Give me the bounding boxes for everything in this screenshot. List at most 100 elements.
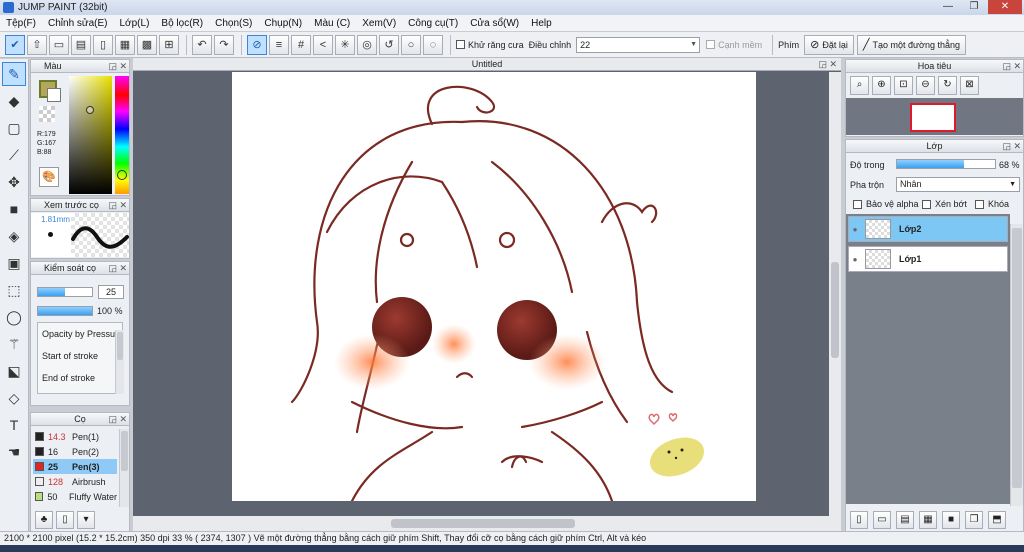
brush-settings-icon[interactable]: ♣ <box>35 511 53 529</box>
eraser-icon[interactable]: ◆ <box>2 89 26 113</box>
background-color-swatch[interactable] <box>47 88 61 102</box>
magic-wand-icon[interactable]: ⚚ <box>2 332 26 356</box>
layer-row[interactable]: ● Lớp2 <box>848 216 1008 242</box>
brush-size-input[interactable]: 25 <box>98 285 124 299</box>
concentric-ruler-icon[interactable]: ◎ <box>357 34 377 55</box>
merge-layer-icon[interactable]: ⬒ <box>988 511 1006 529</box>
move-icon[interactable]: ✥ <box>2 170 26 194</box>
rotate-icon[interactable]: ↻ <box>938 76 957 95</box>
palette-icon[interactable]: 🎨 <box>39 167 59 187</box>
comment-icon[interactable]: ▭ <box>49 34 69 55</box>
antialias-checkbox[interactable] <box>456 40 465 49</box>
bucket-icon[interactable]: ◈ <box>2 224 26 248</box>
minimize-button[interactable]: — <box>936 0 960 14</box>
brush-item[interactable]: 16 Pen(2) <box>33 444 117 459</box>
layer-row[interactable]: ● Lớp1 <box>848 246 1008 272</box>
lock-checkbox[interactable]: Khóa <box>975 199 1009 209</box>
brush-menu-icon[interactable]: ▾ <box>77 511 95 529</box>
share-icon[interactable]: ⇧ <box>27 34 47 55</box>
soft-edge-checkbox[interactable] <box>706 40 716 49</box>
actual-size-icon[interactable]: ⊠ <box>960 76 979 95</box>
menu-filter[interactable]: Bộ lọc(R) <box>161 18 203 29</box>
menu-tools[interactable]: Công cụ(T) <box>408 18 458 29</box>
new-layer-icon[interactable]: ▯ <box>850 511 868 529</box>
zoom-in-icon[interactable]: ⊕ <box>872 76 891 95</box>
menu-view[interactable]: Xem(V) <box>362 18 396 29</box>
canvas-horizontal-scrollbar[interactable] <box>133 516 841 531</box>
parallel-ruler-icon[interactable]: ≡ <box>269 34 289 55</box>
option-end-of-stroke[interactable]: End of stroke <box>38 367 122 389</box>
fit-icon[interactable]: ⊡ <box>894 76 913 95</box>
new-brush-icon[interactable]: ▯ <box>56 511 74 529</box>
saturation-value-picker[interactable] <box>69 76 112 194</box>
reset-button[interactable]: ⊘ Đặt lại <box>804 34 854 55</box>
radial-ruler-icon[interactable]: ✳ <box>335 34 355 55</box>
menu-edit[interactable]: Chỉnh sửa(E) <box>48 18 108 29</box>
brush-item[interactable]: 50 Fluffy Water <box>33 489 117 504</box>
page-icon[interactable]: ▯ <box>93 34 113 55</box>
menu-help[interactable]: Help <box>531 18 552 29</box>
eye-icon[interactable]: ● <box>849 225 861 234</box>
close-button[interactable]: ✕ <box>988 0 1022 14</box>
zoom-search-icon[interactable]: ⌕ <box>850 76 869 95</box>
option-opacity-by-pressure[interactable]: Opacity by Pressure <box>38 323 122 345</box>
gradient-icon[interactable]: ▣ <box>2 251 26 275</box>
new-layer-alt-icon[interactable]: ▭ <box>873 511 891 529</box>
fill-rect-icon[interactable]: ■ <box>2 197 26 221</box>
lasso-icon[interactable]: ◯ <box>2 305 26 329</box>
undo-icon[interactable]: ↶ <box>192 34 212 55</box>
brush-options-scrollbar[interactable] <box>115 330 124 394</box>
layer-opacity-slider[interactable] <box>896 159 996 169</box>
brush-item[interactable]: 25 Pen(3) <box>33 459 117 474</box>
brush-opacity-slider[interactable] <box>37 306 93 316</box>
select-rect-icon[interactable]: ▢ <box>2 116 26 140</box>
grid-ruler-icon[interactable]: # <box>291 34 311 55</box>
transparent-swatch[interactable] <box>39 106 55 122</box>
zoom-out-icon[interactable]: ⊖ <box>916 76 935 95</box>
brush-list-scrollbar[interactable] <box>119 429 129 507</box>
protect-alpha-checkbox[interactable]: Bảo vệ alpha <box>853 199 919 209</box>
menu-select[interactable]: Chọn(S) <box>215 18 252 29</box>
hue-slider-marker[interactable] <box>117 170 127 180</box>
duplicate-layer-icon[interactable]: ❐ <box>965 511 983 529</box>
maximize-button[interactable]: ❐ <box>962 0 986 14</box>
menu-capture[interactable]: Chụp(N) <box>264 18 302 29</box>
ruler-off-icon[interactable]: ⊘ <box>247 34 267 55</box>
option-start-of-stroke[interactable]: Start of stroke <box>38 345 122 367</box>
clip-checkbox[interactable]: Xén bớt <box>922 199 967 209</box>
canvas-vertical-scrollbar[interactable] <box>829 72 841 516</box>
menu-layer[interactable]: Lớp(L) <box>120 18 150 29</box>
new-text-layer-icon[interactable]: ▤ <box>896 511 914 529</box>
select-eraser-icon[interactable]: ◇ <box>2 386 26 410</box>
menu-color[interactable]: Màu (C) <box>314 18 350 29</box>
marquee-icon[interactable]: ⬚ <box>2 278 26 302</box>
layout-icon[interactable]: ▦ <box>115 34 135 55</box>
export-icon[interactable]: ⊞ <box>159 34 179 55</box>
drawing-canvas[interactable] <box>232 72 756 501</box>
grid-layout-icon[interactable]: ▩ <box>137 34 157 55</box>
brush-icon[interactable]: ✎ <box>2 62 26 86</box>
text-icon[interactable]: T <box>2 413 26 437</box>
navigator-thumbnail[interactable] <box>910 103 956 132</box>
menu-file[interactable]: Tệp(F) <box>6 18 36 29</box>
adjust-select[interactable]: 22 ▼ <box>576 36 701 53</box>
eye-icon[interactable]: ● <box>849 255 861 264</box>
folder-icon[interactable]: ■ <box>942 511 960 529</box>
brush-item[interactable]: 14.3 Pen(1) <box>33 429 117 444</box>
perspective-ruler-icon[interactable]: < <box>313 34 333 55</box>
menu-window[interactable]: Cửa sổ(W) <box>470 18 519 29</box>
sv-picker-marker[interactable] <box>86 106 94 114</box>
message-icon[interactable]: ▤ <box>71 34 91 55</box>
brush-item[interactable]: 128 Airbrush <box>33 474 117 489</box>
redo-icon[interactable]: ↷ <box>214 34 234 55</box>
document-tab[interactable]: Untitled ◲ ✕ <box>133 58 841 71</box>
new-halftone-layer-icon[interactable]: ▦ <box>919 511 937 529</box>
hand-icon[interactable]: ☚ <box>2 440 26 464</box>
straight-line-button[interactable]: ╱ Tạo một đường thẳng <box>856 34 966 55</box>
check-icon[interactable]: ✔ <box>5 34 25 55</box>
layer-list-scrollbar[interactable] <box>1010 224 1023 506</box>
symmetry-ruler-icon[interactable]: ◌ <box>423 34 443 55</box>
curve-ruler-icon[interactable]: ↺ <box>379 34 399 55</box>
line-tool-icon[interactable]: ⟋ <box>2 143 26 167</box>
ellipse-ruler-icon[interactable]: ○ <box>401 34 421 55</box>
